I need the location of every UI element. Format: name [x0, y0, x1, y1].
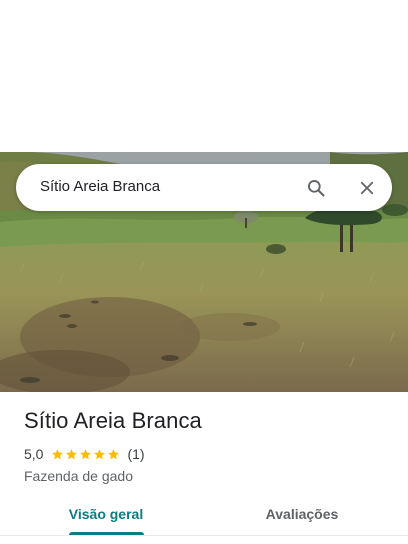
place-info: Sítio Areia Branca 5,0 (1) Fazenda de ga…	[24, 408, 392, 484]
search-icon[interactable]	[302, 174, 330, 202]
rating-value: 5,0	[24, 446, 44, 462]
search-input[interactable]: Sítio Areia Branca	[40, 178, 160, 195]
star-icon	[94, 448, 106, 459]
rating-stars	[51, 448, 121, 461]
place-category[interactable]: Fazenda de gado	[24, 468, 392, 484]
star-icon	[80, 448, 92, 459]
place-title: Sítio Areia Branca	[24, 408, 202, 433]
review-count[interactable]: (1)	[127, 446, 144, 462]
rating-row[interactable]: 5,0 (1)	[24, 446, 392, 462]
tab-reviews[interactable]: Avaliações	[248, 496, 356, 536]
tab-overview[interactable]: Visão geral	[52, 496, 160, 536]
star-icon	[108, 448, 120, 459]
close-icon[interactable]	[353, 174, 381, 202]
tabs-divider	[0, 535, 408, 536]
star-icon	[66, 448, 78, 459]
search-bar[interactable]: Sítio Areia Branca	[16, 164, 392, 211]
place-tabs: Visão geral Avaliações	[0, 496, 408, 540]
star-icon	[52, 448, 64, 459]
